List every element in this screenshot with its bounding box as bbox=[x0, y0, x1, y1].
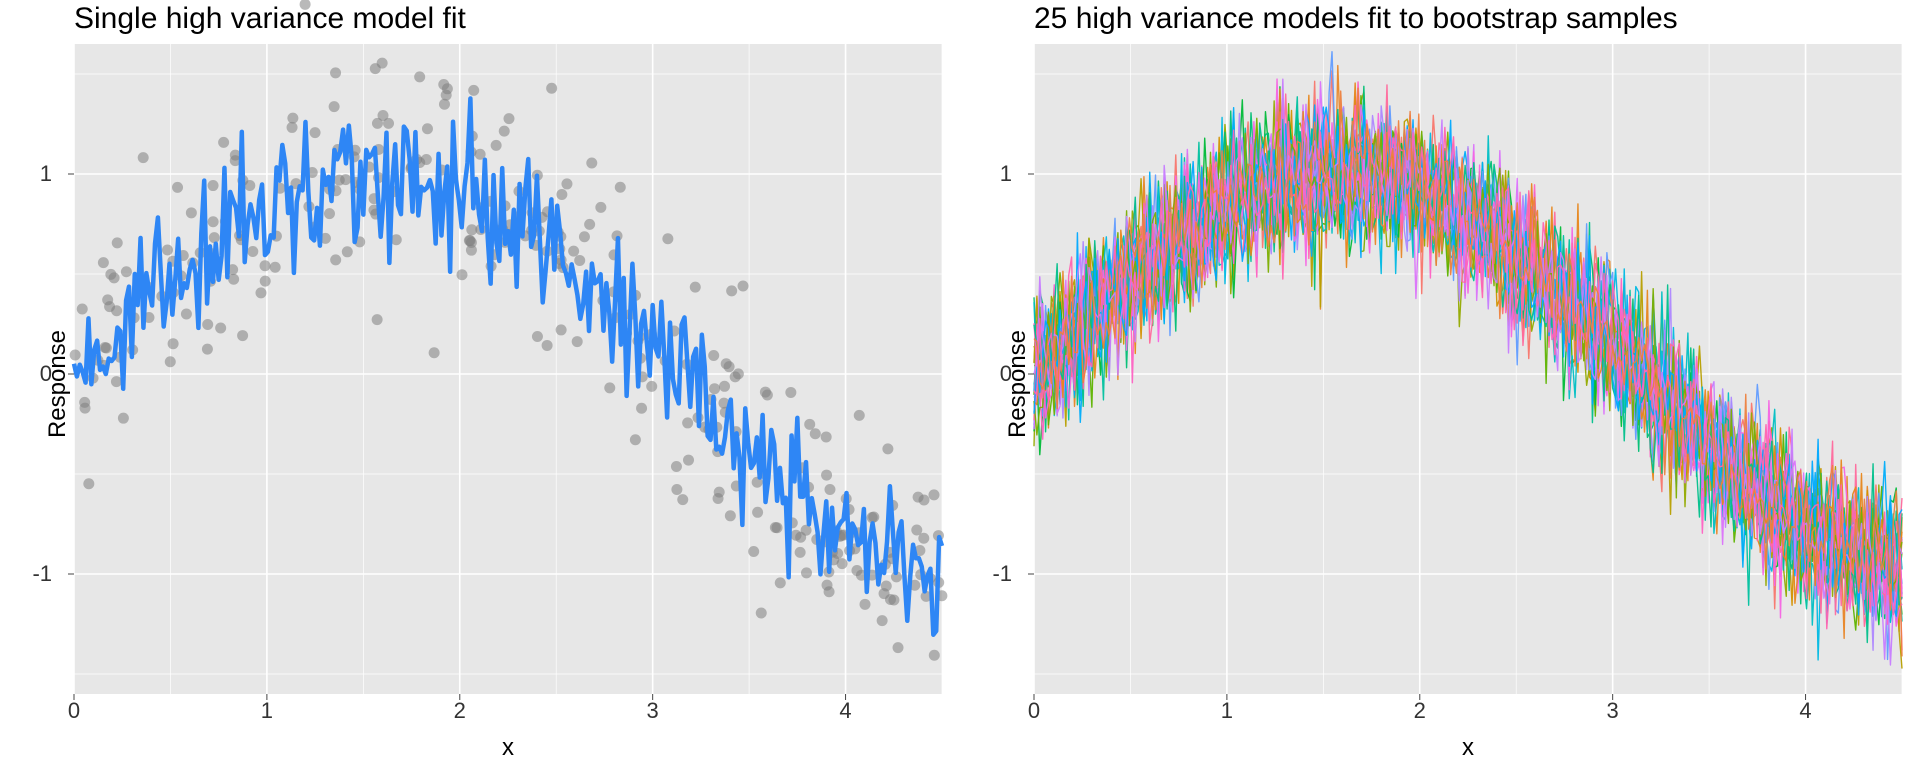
right-xticks: 01234 bbox=[1034, 698, 1902, 728]
left-plot bbox=[74, 44, 942, 694]
right-plot bbox=[1034, 44, 1902, 694]
left-panel: Single high variance model fit Response … bbox=[0, 0, 960, 768]
page: Single high variance model fit Response … bbox=[0, 0, 1920, 768]
left-xticks: 01234 bbox=[74, 698, 942, 728]
left-title: Single high variance model fit bbox=[74, 2, 466, 36]
left-xlabel: x bbox=[502, 734, 514, 762]
right-xlabel: x bbox=[1462, 734, 1474, 762]
left-yticks: -101 bbox=[0, 44, 66, 694]
right-panel: 25 high variance models fit to bootstrap… bbox=[960, 0, 1920, 768]
right-title: 25 high variance models fit to bootstrap… bbox=[1034, 2, 1678, 36]
right-yticks: -101 bbox=[960, 44, 1026, 694]
